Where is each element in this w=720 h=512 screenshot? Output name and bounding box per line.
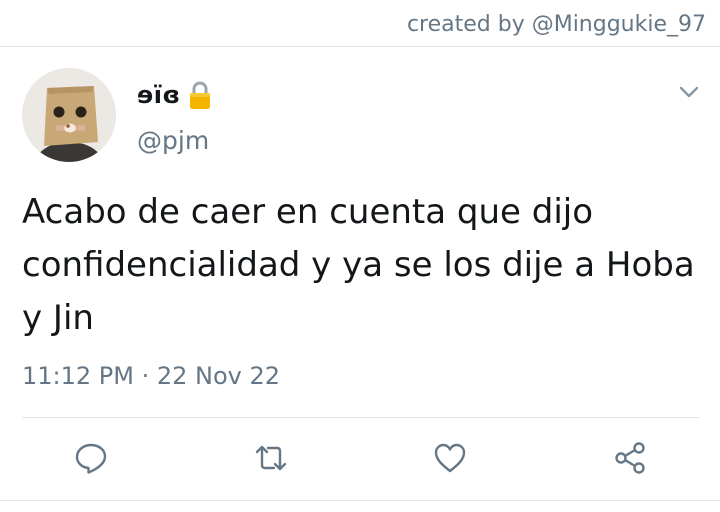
display-name-text: ɘïɞ bbox=[137, 81, 181, 109]
retweet-button[interactable] bbox=[253, 440, 289, 476]
share-icon bbox=[615, 442, 645, 474]
tweet-timestamp[interactable]: 11:12 PM · 22 Nov 22 bbox=[22, 362, 280, 390]
user-handle[interactable]: @pjm bbox=[137, 126, 209, 155]
heart-icon bbox=[434, 443, 466, 473]
reply-button[interactable] bbox=[73, 440, 109, 476]
display-name[interactable]: ɘïɞ bbox=[137, 80, 211, 110]
actions-divider bbox=[22, 417, 700, 418]
chevron-down-icon[interactable] bbox=[678, 84, 700, 100]
bottom-divider bbox=[0, 500, 720, 501]
retweet-icon bbox=[255, 445, 287, 471]
lock-icon bbox=[189, 80, 211, 110]
like-button[interactable] bbox=[432, 440, 468, 476]
share-button[interactable] bbox=[612, 440, 648, 476]
top-divider bbox=[0, 46, 720, 47]
reply-icon bbox=[75, 443, 107, 474]
tweet-screenshot: created by @Minggukie_97 ɘïɞ @pjm Acabo … bbox=[0, 0, 720, 512]
avatar-image bbox=[22, 68, 116, 162]
tweet-text: Acabo de caer en cuenta que dijo confide… bbox=[22, 192, 695, 338]
creator-credit: created by @Minggukie_97 bbox=[406, 12, 706, 37]
avatar[interactable] bbox=[22, 68, 116, 162]
